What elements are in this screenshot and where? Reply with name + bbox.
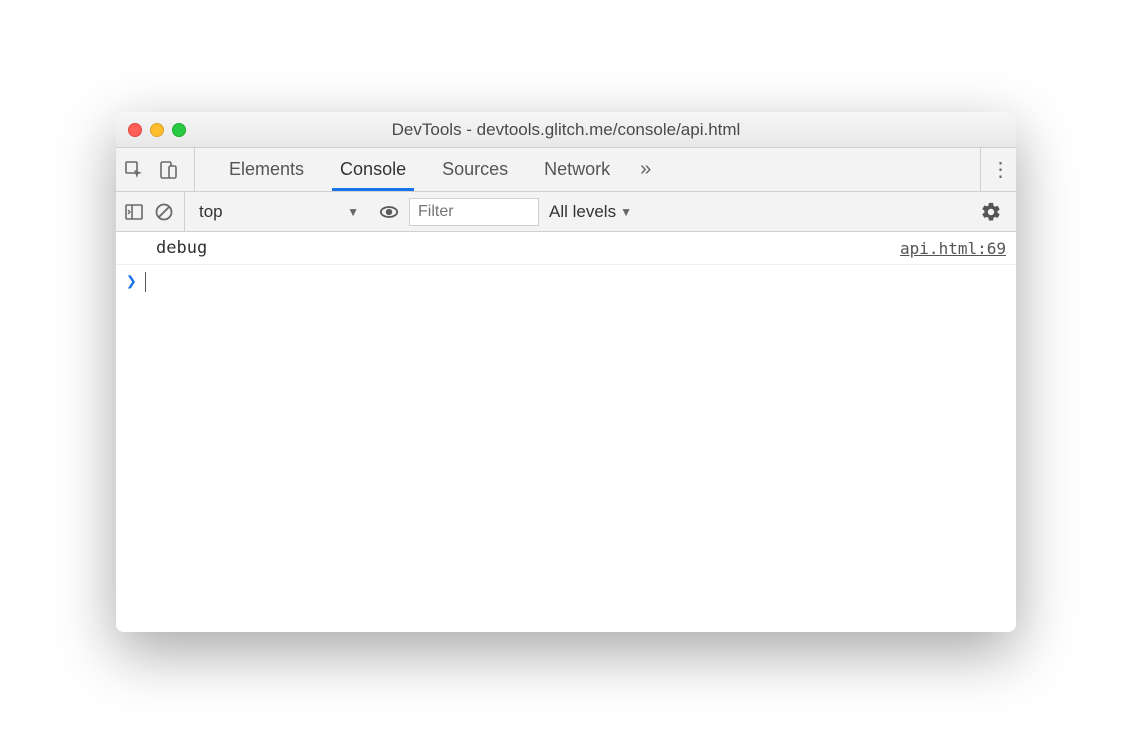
window-controls	[128, 123, 186, 137]
window-title: DevTools - devtools.glitch.me/console/ap…	[128, 120, 1004, 140]
log-message: debug	[156, 238, 207, 258]
context-label: top	[199, 202, 223, 222]
console-toolbar: top ▼ All levels ▼	[116, 192, 1016, 232]
tab-network[interactable]: Network	[526, 148, 628, 191]
log-levels-selector[interactable]: All levels ▼	[549, 202, 632, 222]
minimize-window-button[interactable]	[150, 123, 164, 137]
toggle-console-drawer-icon[interactable]	[124, 202, 144, 222]
log-source-link[interactable]: api.html:69	[900, 239, 1006, 258]
caret-down-icon: ▼	[620, 205, 632, 219]
tabs-bar: Elements Console Sources Network » ⋮	[116, 148, 1016, 192]
maximize-window-button[interactable]	[172, 123, 186, 137]
tool-icons	[124, 148, 195, 191]
caret-down-icon: ▼	[347, 205, 359, 219]
more-options-button[interactable]: ⋮	[980, 148, 1008, 191]
titlebar: DevTools - devtools.glitch.me/console/ap…	[116, 112, 1016, 148]
console-settings-icon[interactable]	[980, 201, 1008, 223]
close-window-button[interactable]	[128, 123, 142, 137]
more-tabs-button[interactable]: »	[628, 158, 663, 181]
text-cursor	[145, 272, 147, 292]
context-selector[interactable]: top ▼	[184, 192, 369, 231]
tab-sources[interactable]: Sources	[424, 148, 526, 191]
prompt-marker-icon: ❯	[126, 271, 137, 292]
tab-console[interactable]: Console	[322, 148, 424, 191]
inspect-element-icon[interactable]	[124, 160, 144, 180]
live-expression-icon[interactable]	[379, 202, 399, 222]
console-prompt[interactable]: ❯	[116, 265, 1016, 298]
levels-label: All levels	[549, 202, 616, 222]
tabs: Elements Console Sources Network »	[211, 148, 663, 191]
device-toolbar-icon[interactable]	[158, 160, 178, 180]
log-row: debug api.html:69	[116, 232, 1016, 265]
devtools-window: DevTools - devtools.glitch.me/console/ap…	[116, 112, 1016, 632]
console-body: debug api.html:69 ❯	[116, 232, 1016, 632]
tab-elements[interactable]: Elements	[211, 148, 322, 191]
filter-input[interactable]	[409, 198, 539, 226]
clear-console-icon[interactable]	[154, 202, 174, 222]
